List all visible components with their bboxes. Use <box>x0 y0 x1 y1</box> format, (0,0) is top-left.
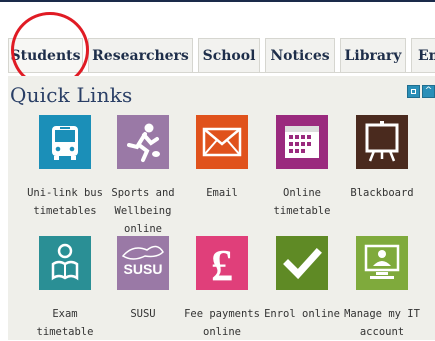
blackboard-icon[interactable] <box>356 115 408 169</box>
tab-email[interactable]: Ema <box>411 38 435 72</box>
restore-icon[interactable] <box>407 85 420 98</box>
computer-user-icon[interactable] <box>356 236 408 290</box>
tab-school[interactable]: School <box>198 38 260 72</box>
link-label-email[interactable]: Email <box>178 184 266 202</box>
link-label-bus[interactable]: Uni-link bus timetables <box>21 184 109 220</box>
link-label-exam-timetable[interactable]: Exam timetable <box>21 305 109 341</box>
tab-library[interactable]: Library <box>340 38 406 72</box>
top-border <box>0 0 435 2</box>
panel-title: Quick Links <box>10 83 133 107</box>
minimize-icon[interactable]: ^ <box>422 85 435 98</box>
svg-text:£: £ <box>211 241 233 290</box>
susu-logo-icon[interactable]: SUSU <box>117 236 169 290</box>
bus-icon[interactable] <box>39 115 91 169</box>
runner-icon[interactable] <box>117 115 169 169</box>
link-label-it-account[interactable]: Manage my IT account <box>338 305 426 341</box>
reading-person-icon[interactable] <box>39 236 91 290</box>
tab-researchers[interactable]: Researchers <box>88 38 193 72</box>
link-label-enrol[interactable]: Enrol online <box>258 305 346 323</box>
calendar-icon[interactable] <box>276 115 328 169</box>
panel-window-buttons: ^ <box>407 85 435 98</box>
svg-text:SUSU: SUSU <box>124 261 163 277</box>
link-label-blackboard[interactable]: Blackboard <box>338 184 426 202</box>
link-label-online-timetable[interactable]: Online timetable <box>258 184 346 220</box>
tab-notices[interactable]: Notices <box>265 38 335 72</box>
envelope-icon[interactable] <box>196 115 248 169</box>
link-label-susu[interactable]: SUSU <box>99 305 187 323</box>
link-label-fee-payments[interactable]: Fee payments online <box>178 305 266 341</box>
pound-icon[interactable]: £ <box>196 236 248 290</box>
checkmark-icon[interactable] <box>276 236 328 290</box>
